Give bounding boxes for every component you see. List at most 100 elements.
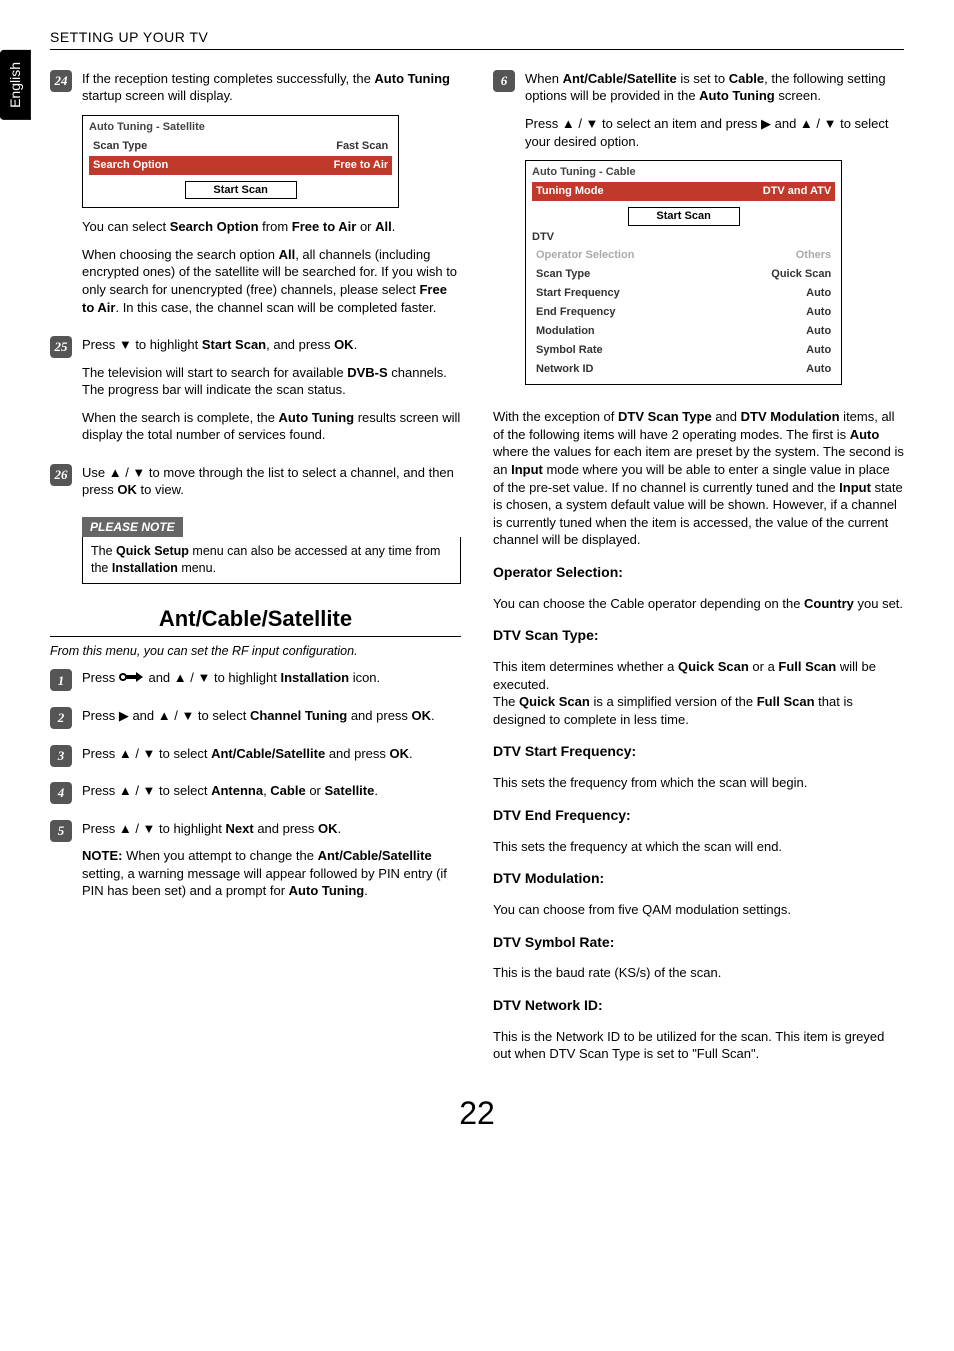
step-number-badge: 4	[50, 782, 72, 804]
heading-scan-type: DTV Scan Type:	[493, 626, 904, 645]
text: .	[431, 708, 435, 723]
text: Press	[82, 670, 119, 685]
text: .	[392, 219, 396, 234]
bold: All	[375, 219, 392, 234]
note-body: The Quick Setup menu can also be accesse…	[82, 537, 461, 584]
value: Free to Air	[334, 158, 389, 173]
text: Press ▼ to highlight	[82, 337, 202, 352]
panel-row: Network ID Auto	[532, 360, 835, 379]
value: Auto	[806, 362, 831, 377]
bold: OK	[117, 482, 137, 497]
bold: Cable	[270, 783, 305, 798]
panel-row: Symbol RateAuto	[532, 341, 835, 360]
value: Auto	[806, 324, 831, 339]
step-number-badge: 24	[50, 70, 72, 92]
menu-icon	[119, 670, 145, 684]
bold: Full Scan	[757, 694, 815, 709]
note-label: PLEASE NOTE	[82, 517, 183, 537]
text: If the reception testing completes succe…	[82, 71, 374, 86]
heading-modulation: DTV Modulation:	[493, 869, 904, 888]
bold: Installation	[280, 670, 349, 685]
paragraph: The Quick Scan is a simplified version o…	[493, 693, 904, 728]
bold: NOTE:	[82, 848, 122, 863]
text: .	[374, 783, 378, 798]
bold: OK	[412, 708, 432, 723]
bold: Auto Tuning	[699, 88, 775, 103]
paragraph: Press ▲ / ▼ to select Ant/Cable/Satellit…	[82, 745, 461, 763]
label: Start Frequency	[536, 286, 620, 301]
auto-tuning-cable-panel: Auto Tuning - Cable Tuning Mode DTV and …	[525, 160, 842, 385]
bold: Ant/Cable/Satellite	[211, 746, 325, 761]
bold: DTV Modulation	[741, 409, 840, 424]
text: When	[525, 71, 563, 86]
label: Tuning Mode	[536, 184, 604, 199]
paragraph: When Ant/Cable/Satellite is set to Cable…	[525, 70, 904, 105]
paragraph: This sets the frequency from which the s…	[493, 774, 904, 792]
heading-start-frequency: DTV Start Frequency:	[493, 742, 904, 761]
label: Scan Type	[93, 139, 147, 154]
text: or	[306, 783, 325, 798]
section-rule	[50, 636, 461, 637]
text: Press ▶ and ▲ / ▼ to select	[82, 708, 250, 723]
paragraph: This is the Network ID to be utilized fo…	[493, 1028, 904, 1063]
text: screen.	[775, 88, 821, 103]
bold: Next	[226, 821, 254, 836]
label: Modulation	[536, 324, 595, 339]
right-column: 6 When Ant/Cable/Satellite is set to Cab…	[493, 60, 904, 1076]
step-1: 1 Press and ▲ / ▼ to highlight Installat…	[50, 669, 461, 697]
text: This item determines whether a	[493, 659, 678, 674]
value: Others	[796, 248, 831, 263]
paragraph: With the exception of DTV Scan Type and …	[493, 408, 904, 548]
panel-title: Auto Tuning - Satellite	[89, 120, 392, 135]
value: DTV and ATV	[763, 184, 831, 199]
step-body: Press ▲ / ▼ to select Antenna, Cable or …	[82, 782, 461, 810]
bold: OK	[390, 746, 410, 761]
text: .	[409, 746, 413, 761]
text: . In this case, the channel scan will be…	[115, 300, 436, 315]
paragraph: Press ▲ / ▼ to highlight Next and press …	[82, 820, 461, 838]
text: When you attempt to change the	[122, 848, 317, 863]
bold: All	[279, 247, 296, 262]
text: .	[354, 337, 358, 352]
bold: Free to Air	[292, 219, 357, 234]
heading-end-frequency: DTV End Frequency:	[493, 806, 904, 825]
bold: Auto	[850, 427, 880, 442]
text: Press ▲ / ▼ to select	[82, 746, 211, 761]
paragraph: This item determines whether a Quick Sca…	[493, 658, 904, 693]
label: Operator Selection	[536, 248, 634, 263]
panel-row-tuning-mode: Tuning Mode DTV and ATV	[532, 182, 835, 201]
step-body: Use ▲ / ▼ to move through the list to se…	[82, 464, 461, 584]
bold: Start Scan	[202, 337, 266, 352]
note-paragraph: NOTE: When you attempt to change the Ant…	[82, 847, 461, 900]
bold: Auto Tuning	[374, 71, 450, 86]
start-scan-button: Start Scan	[628, 207, 740, 226]
bold: OK	[318, 821, 338, 836]
text: you set.	[854, 596, 903, 611]
paragraph: Press ▶ and ▲ / ▼ to select Channel Tuni…	[82, 707, 461, 725]
value: Auto	[806, 343, 831, 358]
text: With the exception of	[493, 409, 618, 424]
label: Network ID	[536, 362, 593, 377]
text: and press	[254, 821, 318, 836]
bold: Auto Tuning	[289, 883, 365, 898]
text: Press ▲ / ▼ to select	[82, 783, 211, 798]
step-24: 24 If the reception testing completes su…	[50, 70, 461, 326]
paragraph: When the search is complete, the Auto Tu…	[82, 409, 461, 444]
paragraph: If the reception testing completes succe…	[82, 70, 461, 105]
section-heading: Ant/Cable/Satellite	[50, 604, 461, 634]
bold: Input	[511, 462, 543, 477]
text: mode where you will be able to enter a s…	[493, 462, 890, 495]
text: icon.	[349, 670, 380, 685]
paragraph: You can choose the Cable operator depend…	[493, 595, 904, 613]
heading-operator-selection: Operator Selection:	[493, 563, 904, 582]
section-intro: From this menu, you can set the RF input…	[50, 643, 461, 660]
panel-row: End FrequencyAuto	[532, 303, 835, 322]
text: is a simplified version of the	[590, 694, 757, 709]
step-body: When Ant/Cable/Satellite is set to Cable…	[525, 70, 904, 395]
text: and	[712, 409, 741, 424]
text: and press	[325, 746, 389, 761]
step-body: Press and ▲ / ▼ to highlight Installatio…	[82, 669, 461, 697]
step-body: Press ▲ / ▼ to highlight Next and press …	[82, 820, 461, 910]
text: menu.	[178, 561, 216, 575]
paragraph: You can select Search Option from Free t…	[82, 218, 461, 236]
